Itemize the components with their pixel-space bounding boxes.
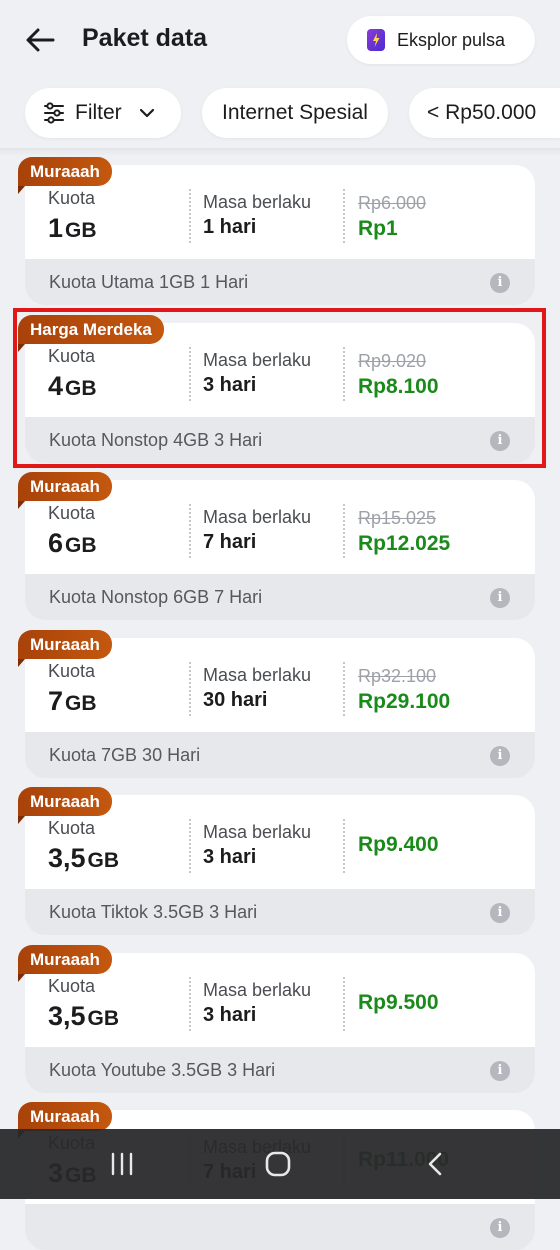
package-footer: Kuota 7GB 30 Hari i [25,732,535,778]
column-divider [189,662,191,716]
validity-label: Masa berlaku [203,822,312,842]
quota-value: 7GB [48,686,97,717]
validity-label: Masa berlaku [203,980,312,1000]
arrow-left-icon [26,28,55,52]
nav-back-button[interactable] [395,1129,475,1199]
package-card[interactable]: Kuota 3,5GB Masa berlaku 3 hari Rp9.400 … [25,795,535,935]
package-name: Kuota Nonstop 6GB 7 Hari [49,586,263,607]
validity-value: 3 hari [203,1004,257,1026]
column-divider [343,977,345,1031]
page-title: Paket data [82,24,208,52]
price-original: Rp6.000 [358,193,427,213]
explore-pulsa-label: Eksplor pulsa [397,29,506,50]
validity-value: 7 hari [203,531,257,553]
package-footer: Kuota Utama 1GB 1 Hari i [25,259,535,305]
info-icon[interactable]: i [490,903,510,923]
info-icon[interactable]: i [490,746,510,766]
quota-value: 3,5GB [48,1001,119,1032]
validity-label: Masa berlaku [203,507,312,527]
quota-label: Kuota [48,661,96,681]
package-footer: Kuota Youtube 3.5GB 3 Hari i [25,1047,535,1093]
package-card[interactable]: Kuota 3,5GB Masa berlaku 3 hari Rp9.500 … [25,953,535,1093]
quota-label: Kuota [48,976,96,996]
quota-value: 3,5GB [48,843,119,874]
promo-badge: Muraaah [18,1102,112,1139]
info-icon[interactable]: i [490,588,510,608]
column-divider [189,504,191,558]
quota-unit: GB [65,692,97,715]
info-icon[interactable]: i [490,1061,510,1081]
promo-badge: Muraaah [18,630,112,667]
quota-value: 1GB [48,213,97,244]
price-current: Rp1 [358,217,398,240]
package-name: Kuota Youtube 3.5GB 3 Hari [49,1059,276,1080]
package-footer: Kuota Tiktok 3.5GB 3 Hari i [25,889,535,935]
quota-amount: 3,5 [48,1001,86,1031]
promo-badge: Muraaah [18,787,112,824]
quota-unit: GB [65,219,97,242]
info-icon[interactable]: i [490,273,510,293]
price-current: Rp9.400 [358,833,439,856]
promo-badge: Muraaah [18,157,112,194]
price-filter-chip[interactable]: < Rp50.000 [409,88,560,138]
price-original: Rp32.100 [358,666,437,686]
filter-chip[interactable]: Filter [25,88,181,138]
home-button[interactable] [238,1129,318,1199]
package-footer: i [25,1204,535,1250]
column-divider [343,819,345,873]
column-divider [189,819,191,873]
nav-back-icon [428,1152,442,1176]
package-card[interactable]: Kuota 7GB Masa berlaku 30 hari Rp32.100 … [25,638,535,778]
validity-label: Masa berlaku [203,665,312,685]
quota-amount: 1 [48,213,64,243]
price-current: Rp29.100 [358,690,451,713]
quota-amount: 3,5 [48,843,86,873]
price-current: Rp9.500 [358,991,439,1014]
explore-pulsa-button[interactable]: Eksplor pulsa [347,16,535,64]
package-name: Kuota 7GB 30 Hari [49,744,201,765]
package-name: Kuota Tiktok 3.5GB 3 Hari [49,901,258,922]
column-divider [189,189,191,243]
validity-value: 30 hari [203,689,268,711]
pulsa-app-icon [367,29,385,51]
package-card[interactable]: Kuota 1GB Masa berlaku 1 hari Rp6.000 Rp… [25,165,535,305]
info-icon[interactable]: i [490,1218,510,1238]
quota-value: 6GB [48,528,97,559]
filter-chip-bar: Filter Internet Spesial < Rp50.000 [0,88,560,138]
internet-spesial-chip[interactable]: Internet Spesial [202,88,388,138]
quota-amount: 7 [48,686,64,716]
quota-label: Kuota [48,818,96,838]
price-original: Rp15.025 [358,508,437,528]
column-divider [343,662,345,716]
quota-unit: GB [87,1007,120,1030]
quota-label: Kuota [48,503,96,523]
system-nav-bar [0,1129,560,1199]
column-divider [343,504,345,558]
highlight-box [13,308,546,468]
quota-label: Kuota [48,188,96,208]
recent-apps-button[interactable] [82,1129,162,1199]
quota-amount: 6 [48,528,64,558]
header-shadow [0,148,560,156]
promo-badge: Muraaah [18,945,112,982]
column-divider [189,977,191,1031]
package-name: Kuota Utama 1GB 1 Hari [49,271,249,292]
quota-unit: GB [65,534,97,557]
recent-apps-icon [111,1152,133,1176]
back-button[interactable] [18,22,62,58]
package-footer: Kuota Nonstop 6GB 7 Hari i [25,574,535,620]
sliders-icon [44,102,64,124]
package-card[interactable]: Kuota 6GB Masa berlaku 7 hari Rp15.025 R… [25,480,535,620]
chevron-down-icon [139,108,154,118]
home-icon [265,1151,291,1177]
validity-value: 3 hari [203,846,257,868]
validity-label: Masa berlaku [203,192,312,212]
promo-badge: Muraaah [18,472,112,509]
price-current: Rp12.025 [358,532,451,555]
column-divider [343,189,345,243]
app-header: Paket data Eksplor pulsa [0,0,560,80]
quota-unit: GB [87,849,120,872]
validity-value: 1 hari [203,216,257,238]
filter-chip-label: Filter [75,101,122,124]
